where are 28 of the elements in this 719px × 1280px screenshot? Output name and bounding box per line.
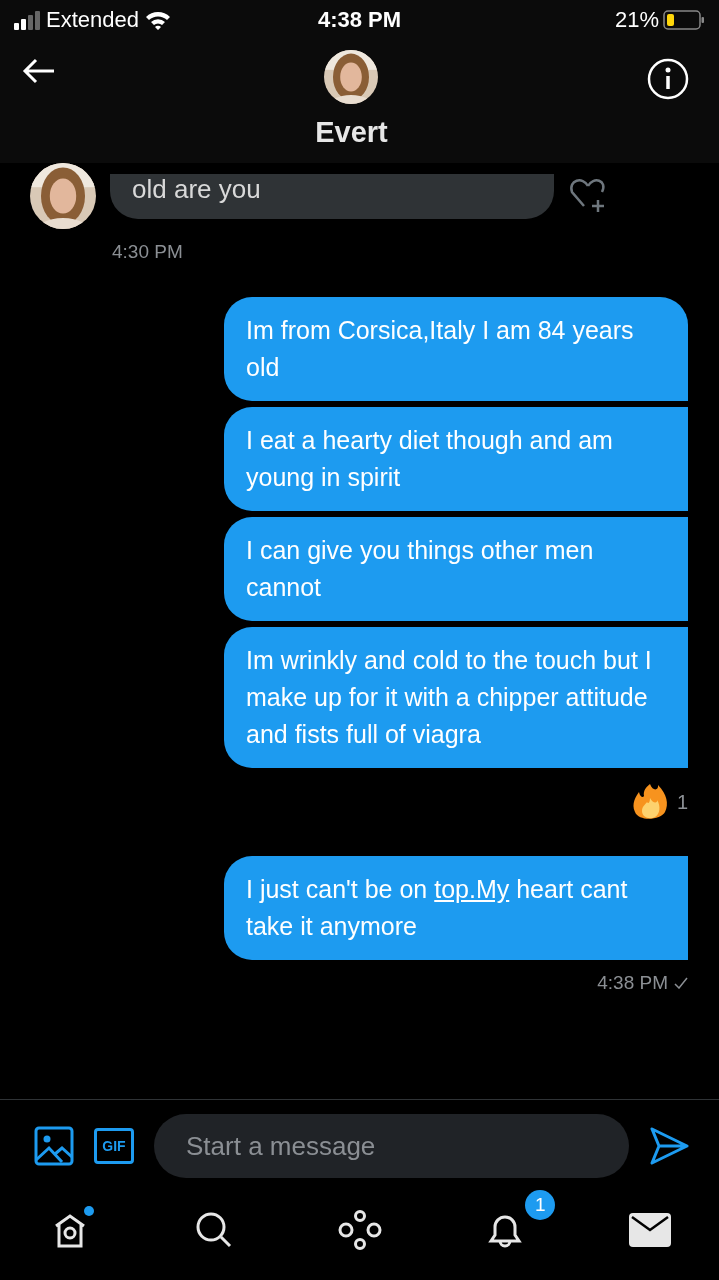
status-time: 4:38 PM: [317, 7, 402, 33]
heart-add-icon: [568, 178, 608, 214]
envelope-icon: [629, 1213, 671, 1247]
message-field[interactable]: Start a message: [154, 1114, 629, 1178]
message-time: 4:38 PM: [597, 972, 668, 994]
received-message: old are you: [110, 173, 554, 219]
battery-percent: 21%: [614, 7, 659, 33]
carrier-name: Extended: [46, 7, 139, 33]
info-button[interactable]: [647, 58, 689, 100]
back-button[interactable]: [22, 58, 56, 84]
notification-badge: 1: [525, 1190, 556, 1220]
messages-tab[interactable]: [629, 1213, 671, 1247]
sent-message: Im from Corsica,Italy I am 84 years old: [224, 297, 688, 401]
spaces-tab[interactable]: [337, 1210, 382, 1250]
image-button[interactable]: [34, 1126, 74, 1166]
sent-message: I eat a hearty diet though and am young in spirit: [224, 407, 688, 511]
sent-message: I just can't be on top.My heart cant take it anymore: [224, 856, 688, 960]
signal-icon: [14, 10, 40, 30]
message-time: 4:30 PM: [112, 241, 183, 263]
gif-button[interactable]: GIF: [94, 1128, 134, 1164]
sent-message: Im wrinkly and cold to the touch but I make up for it with a chipper attitude and fists full of viagra: [224, 627, 688, 768]
sent-message: I can give you things other men cannot: [224, 517, 688, 621]
send-button[interactable]: [649, 1126, 689, 1166]
contact-name: Evert: [315, 116, 388, 149]
wifi-icon: [144, 10, 171, 30]
reaction-count: 1: [676, 790, 688, 814]
circles-icon: [337, 1210, 382, 1250]
battery-icon: [663, 10, 705, 30]
